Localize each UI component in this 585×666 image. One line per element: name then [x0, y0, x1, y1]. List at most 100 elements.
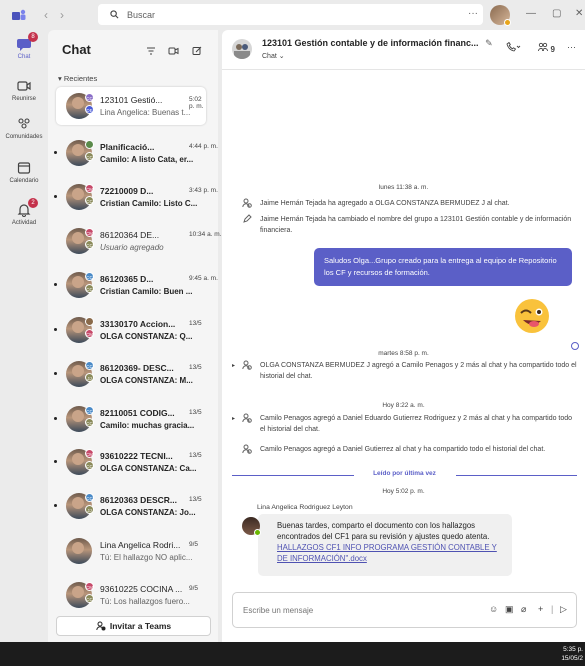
- more-options-icon[interactable]: ···: [567, 42, 576, 52]
- chat-badge: 8: [28, 32, 38, 42]
- read-receipt-icon: [571, 342, 579, 350]
- sent-message-bubble[interactable]: Saludos Olga...Grupo creado para la entr…: [314, 248, 572, 286]
- forward-arrow-icon[interactable]: ›: [60, 8, 64, 22]
- conversation-header: 123101 Gestión contable y de información…: [222, 30, 585, 70]
- maximize-button[interactable]: ▢: [552, 8, 561, 19]
- chat-name: 86120365 D...: [100, 274, 154, 284]
- system-message-text: Jaime Hernán Tejada ha agregado a OLGA C…: [260, 200, 510, 207]
- bell-icon: 2: [16, 198, 38, 218]
- expand-caret-icon[interactable]: ▸: [232, 415, 235, 422]
- group-avatar[interactable]: [232, 39, 252, 59]
- search-icon: [110, 10, 119, 19]
- participants-button[interactable]: 9: [538, 42, 555, 54]
- chat-time: 9/5: [189, 541, 199, 548]
- rail-item-calendario[interactable]: Calendario: [0, 160, 48, 184]
- last-read-divider: Leído por última vez: [232, 470, 577, 480]
- member-initials-badge: CM: [85, 228, 94, 237]
- filter-button[interactable]: [142, 42, 160, 60]
- system-message: OLGA CONSTANZA BERMUDEZ J agregó a Camil…: [242, 360, 577, 382]
- call-button[interactable]: [505, 41, 521, 54]
- message-input[interactable]: [243, 603, 443, 617]
- expand-caret-icon[interactable]: ▸: [232, 362, 235, 369]
- date-separator: Hoy 5:02 p. m.: [382, 488, 425, 495]
- rail-item-reunirse[interactable]: Reunirse: [0, 78, 48, 102]
- chat-tab[interactable]: Chat ⌄: [262, 52, 285, 60]
- pencil-icon: [242, 214, 254, 228]
- sender-avatar[interactable]: [242, 517, 261, 536]
- system-clock[interactable]: 5:35 p. 15/05/2: [553, 645, 583, 663]
- recent-section-header[interactable]: ▾ Recientes: [58, 74, 97, 83]
- member-initials-badge: CC: [85, 240, 94, 249]
- member-initials-badge: CM: [85, 582, 94, 591]
- member-initials-badge: [85, 317, 94, 326]
- new-chat-button[interactable]: [188, 42, 206, 60]
- people-icon: [16, 116, 32, 132]
- unread-indicator: [54, 460, 57, 463]
- message-composer: ☺ ▣ ⌀ + | ▷: [232, 592, 577, 628]
- compose-icon: [192, 46, 202, 55]
- attachment-link[interactable]: HALLAZGOS CF1 INFO PROGRAMA GESTIÓN CONT…: [265, 542, 505, 564]
- system-message-text: Camilo Penagos agregó a Daniel Gutierrez…: [260, 446, 546, 453]
- call-icon: [506, 41, 521, 52]
- unread-indicator: [54, 504, 57, 507]
- conversation-title-text: 123101 Gestión contable y de información…: [262, 38, 479, 48]
- chat-name: Planificació...: [100, 142, 155, 152]
- member-initials-badge: CM: [85, 184, 94, 193]
- member-initials-badge: [85, 140, 94, 149]
- unread-indicator: [54, 151, 57, 154]
- chat-preview: Cristian Camilo: Buen ...: [100, 287, 193, 296]
- date-separator: martes 8:58 p. m.: [378, 350, 429, 357]
- chat-tab-label: Chat: [262, 53, 277, 60]
- edit-pencil-icon[interactable]: ✎: [485, 38, 493, 48]
- participant-count: 9: [550, 45, 555, 54]
- chat-preview: Lina Angelica: Buenas t...: [100, 108, 191, 117]
- rail-item-actividad[interactable]: 2 Actividad: [0, 198, 48, 226]
- conversation-title[interactable]: 123101 Gestión contable y de información…: [262, 38, 493, 49]
- video-icon: [168, 47, 178, 55]
- minimize-button[interactable]: —: [526, 8, 536, 19]
- chat-time: 13/5: [189, 452, 202, 459]
- chat-preview: OLGA CONSTANZA: Jo...: [100, 508, 196, 517]
- clock-time: 5:35 p.: [563, 646, 583, 653]
- unread-indicator: [54, 372, 57, 375]
- chat-name: Lina Angelica Rodri...: [100, 540, 181, 550]
- add-person-icon: [242, 360, 254, 374]
- system-message: Camilo Penagos agregó a Daniel Eduardo G…: [242, 413, 577, 435]
- unread-indicator: [54, 195, 57, 198]
- chat-name: 86120369- DESC...: [100, 363, 174, 373]
- chat-time: 13/5: [189, 320, 202, 327]
- rail-label-reunirse: Reunirse: [11, 96, 36, 102]
- teams-logo-icon: [12, 9, 26, 21]
- attach-icon[interactable]: ⌀: [521, 604, 526, 615]
- profile-avatar[interactable]: [490, 5, 511, 26]
- rail-item-comunidades[interactable]: Comunidades: [0, 116, 48, 140]
- chevron-down-icon: ⌄: [278, 53, 285, 60]
- chat-preview: OLGA CONSTANZA: M...: [100, 376, 193, 385]
- chat-name: 93610225 COCINA ...: [100, 584, 182, 594]
- close-button[interactable]: ✕: [575, 8, 583, 19]
- chat-time: 9/5: [189, 585, 199, 592]
- member-initials-badge: CC: [85, 361, 94, 370]
- chat-time: 13/5: [189, 364, 202, 371]
- received-message-text: Buenas tardes, comparto el documento con…: [277, 521, 490, 541]
- rail-label-calendario: Calendario: [9, 178, 39, 184]
- search-box[interactable]: Buscar: [98, 4, 483, 25]
- more-options-icon[interactable]: ···: [468, 8, 478, 19]
- rail-item-chat[interactable]: 8 Chat: [0, 32, 48, 60]
- emoji-icon[interactable]: ☺: [489, 604, 498, 614]
- divider-line: [456, 475, 577, 476]
- send-icon[interactable]: ▷: [560, 604, 567, 615]
- invite-to-teams-button[interactable]: Invitar a Teams: [56, 616, 211, 636]
- chat-list-item[interactable]: CC DE 123101 Gestió... 5:02 p. m. Lina Angel…: [56, 87, 206, 125]
- system-message: Camilo Penagos agregó a Daniel Gutierrez…: [242, 444, 577, 455]
- system-message-text: Camilo Penagos agregó a Daniel Eduardo G…: [260, 415, 573, 433]
- video-icon: [16, 78, 32, 94]
- meet-now-button[interactable]: [164, 42, 182, 60]
- date-separator: lunes 11:38 a. m.: [378, 184, 429, 191]
- chat-name: 123101 Gestió...: [100, 95, 163, 105]
- add-icon[interactable]: +: [538, 604, 543, 614]
- back-arrow-icon[interactable]: ‹: [44, 8, 48, 22]
- received-message-bubble[interactable]: Buenas tardes, comparto el documento con…: [258, 514, 512, 576]
- sticker-icon[interactable]: ▣: [505, 604, 514, 615]
- member-initials-badge: JJ: [85, 373, 94, 382]
